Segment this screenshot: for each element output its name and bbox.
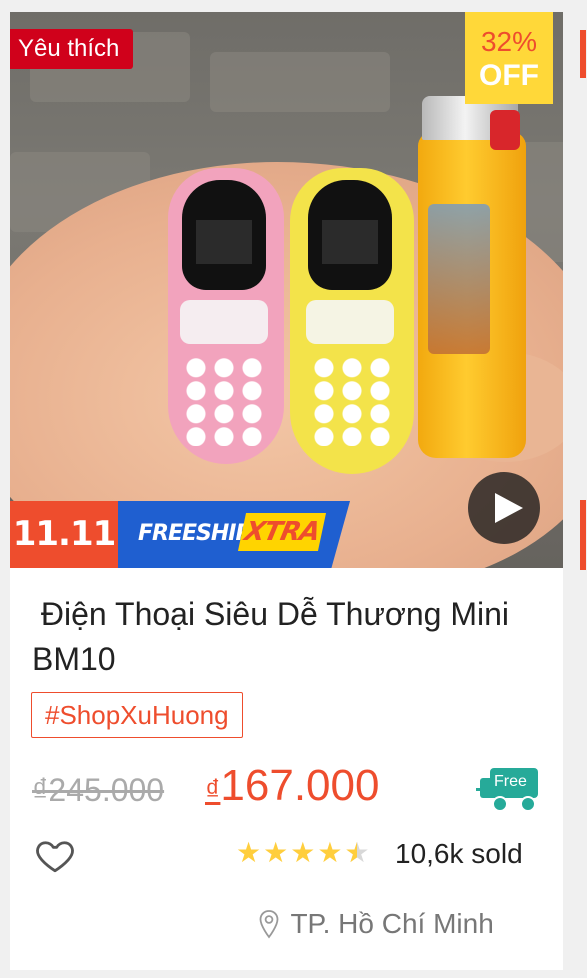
heart-icon[interactable] <box>34 834 76 876</box>
location: TP. Hồ Chí Minh <box>258 908 494 940</box>
location-pin-icon <box>259 910 279 939</box>
hashtag-label[interactable]: #ShopXuHuong <box>31 692 243 738</box>
free-shipping-truck-icon: Free <box>476 768 546 814</box>
star-half-icon: ★ <box>344 838 369 869</box>
location-label: TP. Hồ Chí Minh <box>290 908 494 939</box>
sold-count: 10,6k sold <box>395 838 523 869</box>
pink-phone-image <box>168 168 284 464</box>
star-icon: ★ <box>290 836 316 869</box>
favorite-badge: Yêu thích <box>10 29 134 69</box>
discount-off-label: OFF <box>479 59 539 92</box>
discount-badge: 32% OFF <box>465 12 553 104</box>
star-icon: ★ <box>236 836 262 869</box>
adjacent-card-edge <box>580 500 586 570</box>
discount-percent: 32% <box>480 26 538 57</box>
product-image[interactable]: Yêu thích 32% OFF 11.11 FREESHIP XTRA <box>10 12 563 568</box>
price-value: 167.000 <box>220 761 380 810</box>
product-card[interactable]: Yêu thích 32% OFF 11.11 FREESHIP XTRA Đi… <box>10 12 563 970</box>
current-price: ₫167.000 <box>205 754 379 828</box>
event-label: 11.11 <box>10 501 118 568</box>
product-title[interactable]: Điện Thoại Siêu Dễ Thương Mini BM10 <box>32 592 522 682</box>
xtra-label: XTRA <box>237 513 327 551</box>
adjacent-card-edge <box>580 30 586 78</box>
play-icon[interactable] <box>468 472 540 544</box>
yellow-phone-image <box>290 168 414 474</box>
freeship-label: FREESHIP <box>138 521 252 546</box>
free-shipping-label: Free <box>494 773 527 790</box>
star-icon: ★ <box>317 836 343 869</box>
wall-brick <box>210 52 390 112</box>
star-icon: ★ <box>263 836 289 869</box>
rating-stars: ★★★★★ <box>236 836 372 869</box>
currency-symbol: ₫ <box>205 774 221 807</box>
freeship-banner: FREESHIP XTRA <box>118 501 350 568</box>
lighter-image <box>418 96 526 458</box>
original-price: ₫245.000 <box>32 772 165 808</box>
